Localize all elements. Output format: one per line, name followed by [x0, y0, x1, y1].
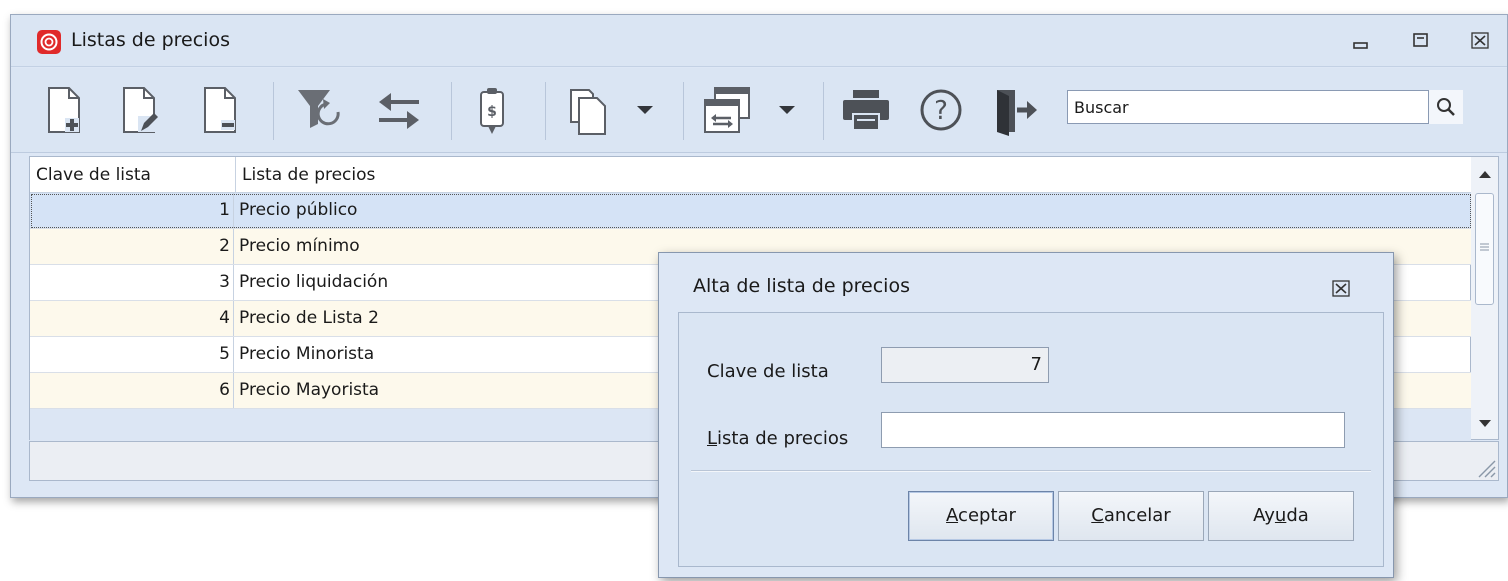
help-label-pre: Ay	[1253, 505, 1275, 526]
help-accelerator: u	[1274, 505, 1287, 526]
price-document-icon[interactable]: $	[471, 82, 515, 140]
svg-text:$: $	[487, 104, 497, 120]
copy-icon[interactable]	[563, 82, 613, 140]
swap-arrows-icon[interactable]	[373, 82, 427, 140]
cancel-button[interactable]: Cancelar	[1058, 491, 1204, 541]
delete-document-icon[interactable]	[197, 82, 247, 140]
resize-grip-icon[interactable]	[1474, 456, 1496, 478]
close-icon[interactable]	[1465, 27, 1495, 55]
cell-lista: Precio Mayorista	[239, 380, 380, 400]
toolbar: $ ?	[11, 68, 1507, 153]
dialog-title: Alta de lista de precios	[693, 275, 910, 297]
cell-lista: Precio liquidación	[239, 272, 389, 292]
search-button[interactable]	[1428, 90, 1463, 124]
cell-lista: Precio público	[239, 200, 358, 220]
table-row[interactable]: 1 Precio público	[30, 193, 1472, 229]
dialog-body: Clave de lista 7 Lista de precios Acepta…	[678, 312, 1384, 567]
table-header: Clave de lista Lista de precios	[30, 157, 1472, 193]
toolbar-separator	[273, 82, 274, 140]
app-logo-icon	[37, 30, 61, 54]
search-box	[1067, 90, 1463, 124]
lista-label-accelerator: L	[707, 428, 718, 449]
filter-refresh-icon[interactable]	[294, 82, 348, 140]
cell-lista: Precio Minorista	[239, 344, 375, 364]
column-header-lista[interactable]: Lista de precios	[236, 157, 1472, 193]
accept-button[interactable]: Aceptar	[908, 491, 1054, 541]
lista-label: Lista de precios	[707, 428, 848, 449]
accept-label: ceptar	[958, 505, 1016, 526]
cell-clave: 3	[30, 265, 234, 300]
help-label-rest: da	[1286, 505, 1309, 526]
cell-clave: 6	[30, 373, 234, 408]
exit-icon[interactable]	[989, 82, 1043, 140]
cell-clave: 1	[30, 193, 234, 228]
clave-label: Clave de lista	[707, 361, 829, 382]
dialog-separator	[691, 470, 1371, 472]
minimize-icon[interactable]	[1346, 27, 1376, 55]
svg-text:?: ?	[934, 96, 948, 126]
copy-dropdown-arrow-icon[interactable]	[633, 82, 657, 140]
help-button[interactable]: Ayuda	[1208, 491, 1354, 541]
new-document-icon[interactable]	[41, 82, 91, 140]
toolbar-separator	[451, 82, 452, 140]
edit-document-icon[interactable]	[116, 82, 166, 140]
restore-icon[interactable]	[1406, 27, 1436, 55]
lista-field[interactable]	[881, 412, 1345, 448]
column-header-clave[interactable]: Clave de lista	[30, 157, 236, 193]
print-icon[interactable]	[839, 82, 893, 140]
grip-icon	[1480, 243, 1489, 251]
search-input[interactable]	[1068, 91, 1428, 123]
lista-label-text: ista de precios	[717, 428, 849, 449]
window-title: Listas de precios	[71, 29, 230, 51]
search-icon	[1437, 98, 1455, 116]
cell-lista: Precio de Lista 2	[239, 308, 379, 328]
clave-field: 7	[881, 347, 1049, 383]
scroll-down-icon[interactable]	[1478, 419, 1492, 429]
dialog-close-icon[interactable]	[1327, 277, 1355, 301]
toolbar-separator	[823, 82, 824, 140]
toolbar-separator	[545, 82, 546, 140]
cancel-accelerator: C	[1091, 505, 1104, 526]
cell-lista: Precio mínimo	[239, 236, 360, 256]
accept-accelerator: A	[946, 505, 959, 526]
toolbar-separator	[683, 82, 684, 140]
vertical-scrollbar[interactable]	[1471, 156, 1499, 440]
new-price-list-dialog: Alta de lista de precios Clave de lista …	[658, 252, 1394, 578]
cancel-label: ancelar	[1103, 505, 1171, 526]
scrollbar-thumb[interactable]	[1475, 193, 1494, 305]
cell-clave: 5	[30, 337, 234, 372]
window-transfer-icon[interactable]	[701, 82, 755, 140]
window-dropdown-arrow-icon[interactable]	[775, 82, 799, 140]
cell-clave: 4	[30, 301, 234, 336]
scroll-up-icon[interactable]	[1478, 169, 1492, 179]
cell-clave: 2	[30, 229, 234, 264]
title-bar[interactable]: Listas de precios	[11, 15, 1507, 67]
help-icon[interactable]: ?	[915, 82, 969, 140]
